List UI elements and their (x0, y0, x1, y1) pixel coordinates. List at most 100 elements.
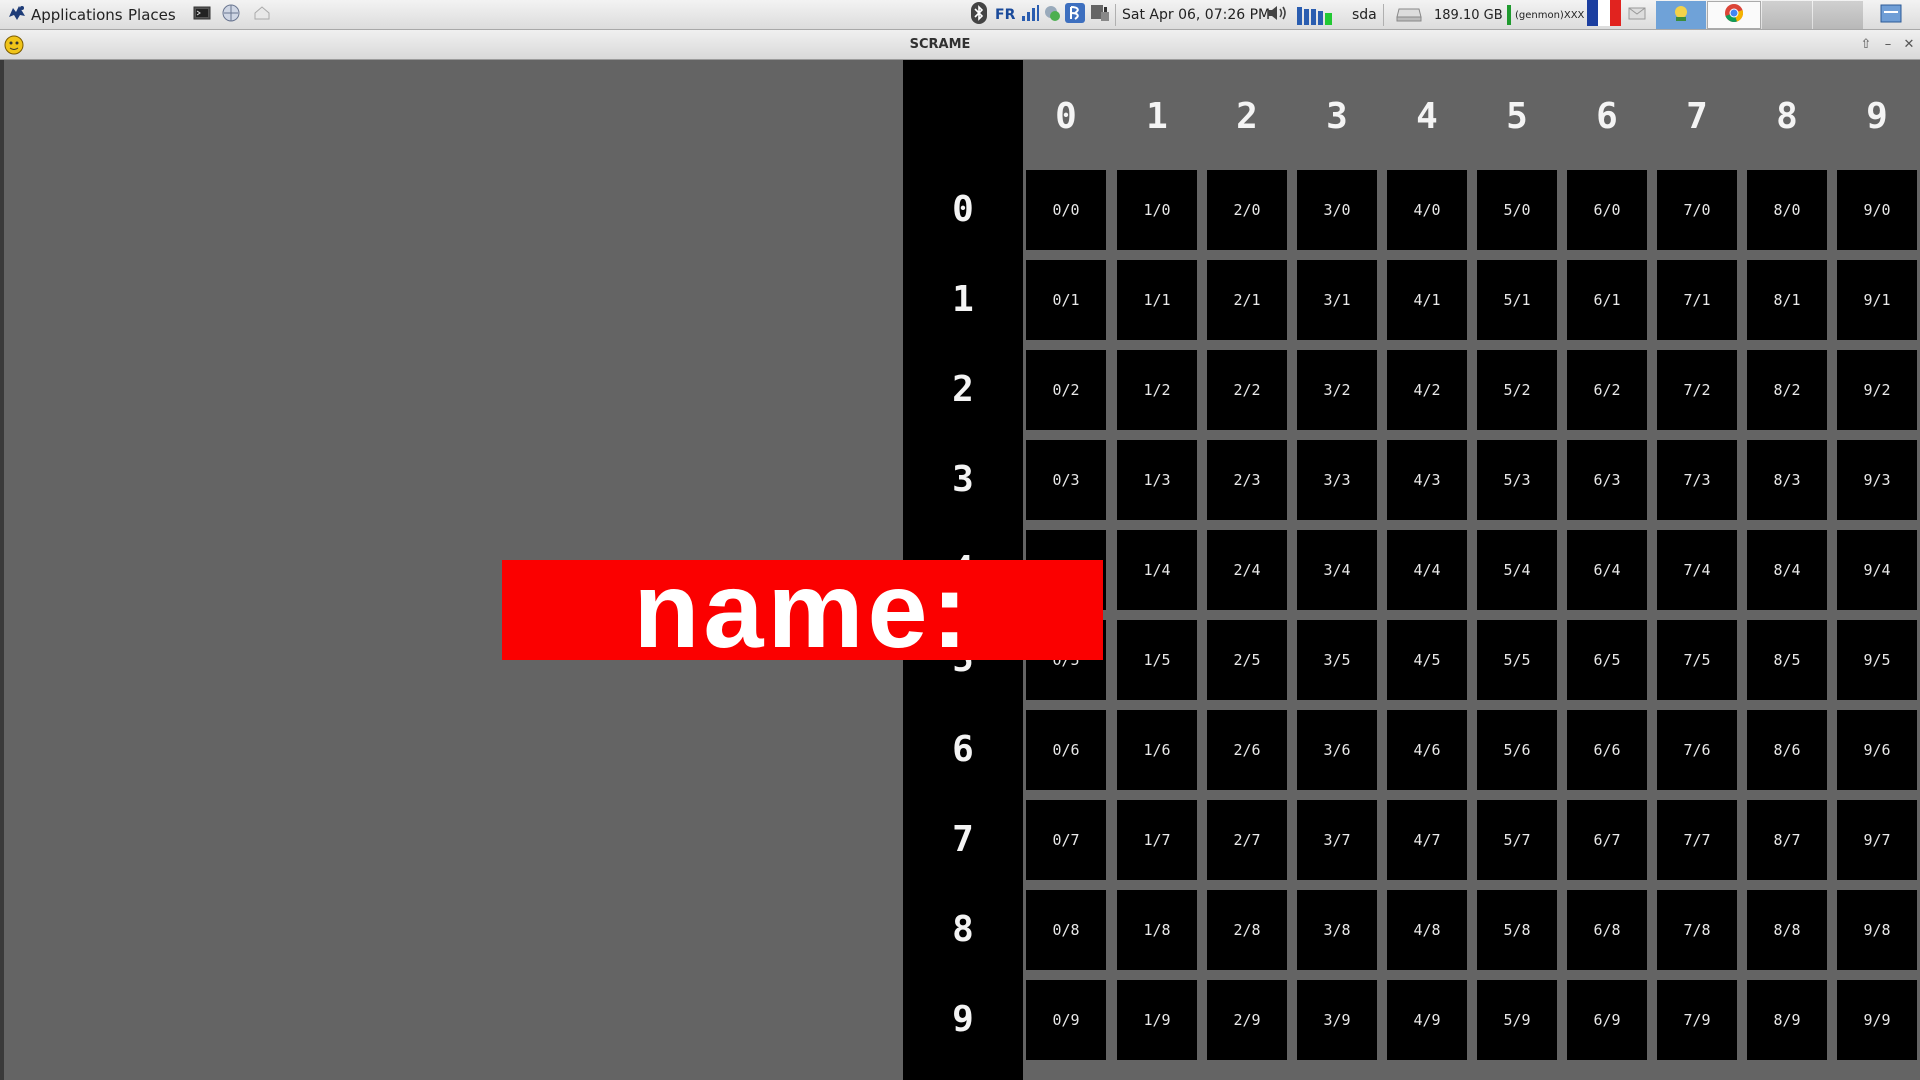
grid-cell-2-2[interactable]: 2/2 (1207, 350, 1287, 430)
grid-cell-2-9[interactable]: 2/9 (1207, 980, 1287, 1060)
grid-cell-3-2[interactable]: 3/2 (1297, 350, 1377, 430)
disk-monitor[interactable] (1396, 0, 1422, 30)
grid-cell-6-1[interactable]: 6/1 (1567, 260, 1647, 340)
grid-cell-1-3[interactable]: 1/3 (1117, 440, 1197, 520)
minimize-button[interactable]: – (1879, 36, 1897, 54)
grid-cell-2-1[interactable]: 2/1 (1207, 260, 1287, 340)
web-browser-launcher[interactable] (221, 0, 241, 30)
grid-cell-0-8[interactable]: 0/8 (1026, 890, 1106, 970)
taskbar-chrome[interactable] (1707, 1, 1761, 29)
grid-cell-8-5[interactable]: 8/5 (1747, 620, 1827, 700)
grid-cell-9-2[interactable]: 9/2 (1837, 350, 1917, 430)
maximize-button[interactable]: ⇧ (1857, 36, 1875, 54)
grid-cell-9-4[interactable]: 9/4 (1837, 530, 1917, 610)
network-indicator[interactable] (1020, 0, 1040, 30)
grid-cell-5-7[interactable]: 5/7 (1477, 800, 1557, 880)
grid-cell-3-9[interactable]: 3/9 (1297, 980, 1377, 1060)
grid-cell-5-6[interactable]: 5/6 (1477, 710, 1557, 790)
grid-cell-1-9[interactable]: 1/9 (1117, 980, 1197, 1060)
grid-cell-8-2[interactable]: 8/2 (1747, 350, 1827, 430)
grid-cell-2-3[interactable]: 2/3 (1207, 440, 1287, 520)
grid-cell-6-7[interactable]: 6/7 (1567, 800, 1647, 880)
bluetooth-indicator[interactable] (970, 0, 988, 30)
chat-indicator[interactable] (1042, 0, 1062, 30)
grid-cell-6-9[interactable]: 6/9 (1567, 980, 1647, 1060)
grid-cell-3-1[interactable]: 3/1 (1297, 260, 1377, 340)
grid-cell-3-7[interactable]: 3/7 (1297, 800, 1377, 880)
grid-cell-3-5[interactable]: 3/5 (1297, 620, 1377, 700)
grid-cell-7-7[interactable]: 7/7 (1657, 800, 1737, 880)
grid-cell-4-1[interactable]: 4/1 (1387, 260, 1467, 340)
language-flag[interactable] (1587, 0, 1621, 30)
grid-cell-4-2[interactable]: 4/2 (1387, 350, 1467, 430)
grid-cell-8-8[interactable]: 8/8 (1747, 890, 1827, 970)
grid-cell-4-4[interactable]: 4/4 (1387, 530, 1467, 610)
grid-cell-0-1[interactable]: 0/1 (1026, 260, 1106, 340)
grid-cell-8-9[interactable]: 8/9 (1747, 980, 1827, 1060)
grid-cell-1-6[interactable]: 1/6 (1117, 710, 1197, 790)
cpu-monitor[interactable] (1297, 0, 1333, 30)
grid-cell-9-9[interactable]: 9/9 (1837, 980, 1917, 1060)
grid-cell-9-0[interactable]: 9/0 (1837, 170, 1917, 250)
grid-cell-9-8[interactable]: 9/8 (1837, 890, 1917, 970)
grid-cell-2-4[interactable]: 2/4 (1207, 530, 1287, 610)
grid-cell-1-2[interactable]: 1/2 (1117, 350, 1197, 430)
grid-cell-6-8[interactable]: 6/8 (1567, 890, 1647, 970)
grid-cell-5-3[interactable]: 5/3 (1477, 440, 1557, 520)
grid-cell-7-1[interactable]: 7/1 (1657, 260, 1737, 340)
grid-cell-9-7[interactable]: 9/7 (1837, 800, 1917, 880)
grid-cell-1-0[interactable]: 1/0 (1117, 170, 1197, 250)
show-desktop-button[interactable] (1866, 0, 1916, 30)
taskbar-button[interactable] (1762, 1, 1812, 29)
grid-cell-6-0[interactable]: 6/0 (1567, 170, 1647, 250)
places-menu[interactable]: Places (128, 0, 176, 30)
grid-cell-8-4[interactable]: 8/4 (1747, 530, 1827, 610)
grid-cell-1-5[interactable]: 1/5 (1117, 620, 1197, 700)
grid-cell-5-5[interactable]: 5/5 (1477, 620, 1557, 700)
grid-cell-7-4[interactable]: 7/4 (1657, 530, 1737, 610)
grid-cell-0-2[interactable]: 0/2 (1026, 350, 1106, 430)
grid-cell-2-6[interactable]: 2/6 (1207, 710, 1287, 790)
grid-cell-6-2[interactable]: 6/2 (1567, 350, 1647, 430)
grid-cell-8-7[interactable]: 8/7 (1747, 800, 1827, 880)
grid-cell-0-0[interactable]: 0/0 (1026, 170, 1106, 250)
name-input[interactable] (957, 570, 1091, 652)
grid-cell-2-0[interactable]: 2/0 (1207, 170, 1287, 250)
grid-cell-3-4[interactable]: 3/4 (1297, 530, 1377, 610)
grid-cell-7-3[interactable]: 7/3 (1657, 440, 1737, 520)
taskbar-button[interactable] (1813, 1, 1863, 29)
grid-cell-7-8[interactable]: 7/8 (1657, 890, 1737, 970)
grid-cell-3-3[interactable]: 3/3 (1297, 440, 1377, 520)
grid-cell-9-3[interactable]: 9/3 (1837, 440, 1917, 520)
notification-area[interactable] (1627, 0, 1647, 30)
grid-cell-5-9[interactable]: 5/9 (1477, 980, 1557, 1060)
grid-cell-8-0[interactable]: 8/0 (1747, 170, 1827, 250)
grid-cell-7-5[interactable]: 7/5 (1657, 620, 1737, 700)
terminal-launcher[interactable] (192, 0, 212, 30)
grid-cell-9-1[interactable]: 9/1 (1837, 260, 1917, 340)
taskbar-weather[interactable] (1656, 1, 1706, 29)
keyboard-layout-indicator[interactable]: FR (995, 0, 1015, 30)
grid-cell-1-8[interactable]: 1/8 (1117, 890, 1197, 970)
grid-cell-1-4[interactable]: 1/4 (1117, 530, 1197, 610)
grid-cell-3-6[interactable]: 3/6 (1297, 710, 1377, 790)
grid-cell-0-3[interactable]: 0/3 (1026, 440, 1106, 520)
grid-cell-3-0[interactable]: 3/0 (1297, 170, 1377, 250)
grid-cell-5-0[interactable]: 5/0 (1477, 170, 1557, 250)
grid-cell-2-7[interactable]: 2/7 (1207, 800, 1287, 880)
grid-cell-4-0[interactable]: 4/0 (1387, 170, 1467, 250)
grid-cell-6-6[interactable]: 6/6 (1567, 710, 1647, 790)
mail-launcher[interactable] (252, 0, 272, 30)
grid-cell-9-6[interactable]: 9/6 (1837, 710, 1917, 790)
grid-cell-5-1[interactable]: 5/1 (1477, 260, 1557, 340)
clock[interactable]: Sat Apr 06, 07:26 PM (1122, 0, 1270, 30)
grid-cell-4-3[interactable]: 4/3 (1387, 440, 1467, 520)
grid-cell-5-8[interactable]: 5/8 (1477, 890, 1557, 970)
grid-cell-1-1[interactable]: 1/1 (1117, 260, 1197, 340)
update-indicator[interactable] (1064, 0, 1086, 30)
grid-cell-8-1[interactable]: 8/1 (1747, 260, 1827, 340)
grid-cell-7-0[interactable]: 7/0 (1657, 170, 1737, 250)
grid-cell-0-6[interactable]: 0/6 (1026, 710, 1106, 790)
grid-cell-6-4[interactable]: 6/4 (1567, 530, 1647, 610)
grid-cell-4-9[interactable]: 4/9 (1387, 980, 1467, 1060)
